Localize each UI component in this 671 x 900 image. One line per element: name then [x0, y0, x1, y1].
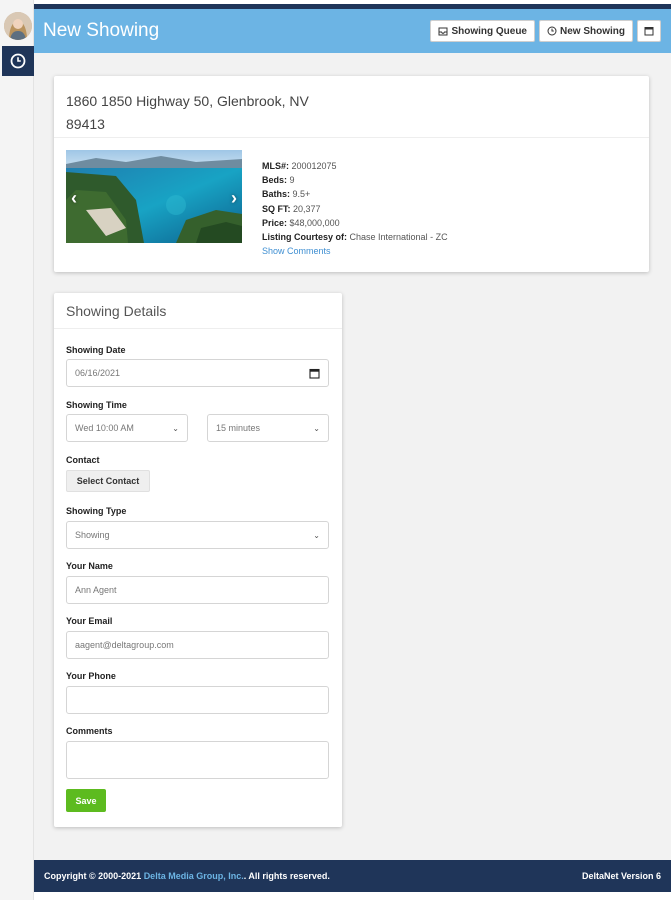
new-showing-label: New Showing [560, 25, 625, 37]
showing-time-select[interactable]: Wed 10:00 AM ⌄ [66, 414, 188, 442]
comments-textarea[interactable] [66, 741, 329, 779]
page-header: New Showing Showing Queue New Showing [34, 9, 671, 53]
listing-address: 1860 1850 Highway 50, Glenbrook, NV 8941… [54, 76, 649, 138]
chevron-right-icon[interactable]: › [231, 188, 237, 209]
your-name-input[interactable]: Ann Agent [66, 576, 329, 604]
company-link[interactable]: Delta Media Group, Inc. [144, 871, 244, 881]
showing-date-label: Showing Date [66, 345, 126, 355]
mls-row: MLS#: 200012075 [262, 159, 448, 173]
page-title: New Showing [43, 20, 160, 41]
showing-time-label: Showing Time [66, 400, 127, 410]
your-phone-label: Your Phone [66, 671, 116, 681]
address-line-2: 89413 [66, 116, 105, 132]
mls-label: MLS#: [262, 161, 289, 171]
inbox-icon [438, 27, 448, 35]
save-button[interactable]: Save [66, 789, 106, 812]
showing-date-value: 06/16/2021 [75, 368, 121, 378]
duration-select[interactable]: 15 minutes ⌄ [207, 414, 329, 442]
version-text: DeltaNet Version 6 [581, 871, 661, 881]
showing-date-input[interactable]: 06/16/2021 [66, 359, 329, 387]
chevron-down-icon: ⌄ [172, 423, 179, 433]
calendar-icon [644, 27, 654, 36]
address-line-1: 1860 1850 Highway 50, Glenbrook, NV [66, 93, 309, 109]
rail-clock-button[interactable] [2, 46, 34, 76]
your-name-value: Ann Agent [75, 585, 117, 595]
price-value: $48,000,000 [289, 217, 340, 228]
clock-icon [547, 26, 557, 36]
beds-row: Beds: 9 [262, 173, 448, 187]
sqft-label: SQ FT: [262, 203, 291, 214]
baths-row: Baths: 9.5+ [262, 187, 448, 201]
showing-queue-label: Showing Queue [451, 25, 527, 37]
chevron-left-icon[interactable]: ‹ [71, 188, 77, 209]
courtesy-label: Listing Courtesy of: [262, 232, 347, 243]
your-email-label: Your Email [66, 616, 113, 626]
showing-details-card: Showing Details Showing Date 06/16/2021 … [54, 293, 342, 827]
duration-value: 15 minutes [216, 423, 261, 433]
price-row: Price: $48,000,000 [262, 216, 448, 230]
your-email-value: aagent@deltagroup.com [75, 640, 174, 650]
avatar[interactable] [4, 12, 32, 40]
main-content: New Showing Showing Queue New Showing 18… [34, 4, 671, 860]
new-showing-button[interactable]: New Showing [539, 20, 633, 42]
footer: Copyright © 2000-2021 Delta Media Group,… [34, 860, 671, 892]
courtesy-value: Chase International - ZC [349, 232, 448, 243]
mls-value: 200012075 [291, 161, 337, 171]
sqft-value: 20,377 [293, 203, 321, 214]
your-email-input[interactable]: aagent@deltagroup.com [66, 631, 329, 659]
showing-time-value: Wed 10:00 AM [75, 423, 134, 433]
comments-label: Comments [66, 726, 113, 736]
baths-value: 9.5+ [292, 189, 311, 200]
chevron-down-icon: ⌄ [313, 423, 320, 433]
beds-value: 9 [289, 175, 295, 186]
chevron-down-icon: ⌄ [313, 530, 320, 540]
beds-label: Beds: [262, 175, 288, 186]
showing-type-label: Showing Type [66, 506, 127, 516]
showing-type-select[interactable]: Showing ⌄ [66, 521, 329, 549]
listing-photo-carousel[interactable]: ‹ › [66, 150, 242, 243]
listing-photo [66, 150, 242, 243]
left-rail [0, 0, 34, 900]
select-contact-button[interactable]: Select Contact [66, 470, 150, 492]
sqft-row: SQ FT: 20,377 [262, 202, 448, 216]
baths-label: Baths: [262, 189, 291, 200]
contact-label: Contact [66, 455, 100, 465]
clock-icon [10, 53, 26, 69]
details-title: Showing Details [54, 293, 342, 329]
your-phone-input[interactable] [66, 686, 329, 714]
courtesy-row: Listing Courtesy of: Chase International… [262, 230, 448, 244]
showing-queue-button[interactable]: Showing Queue [430, 20, 535, 42]
copyright-suffix: . All rights reserved. [243, 871, 330, 881]
your-name-label: Your Name [66, 561, 113, 571]
copyright-prefix: Copyright © 2000-2021 [44, 871, 142, 881]
listing-facts: MLS#: 200012075 Beds: 9 Baths: 9.5+ SQ F… [262, 159, 448, 258]
listing-card: 1860 1850 Highway 50, Glenbrook, NV 8941… [54, 76, 649, 272]
price-label: Price: [262, 217, 288, 228]
calendar-icon[interactable] [309, 368, 320, 379]
calendar-button[interactable] [637, 20, 661, 42]
show-comments-link[interactable]: Show Comments [262, 244, 448, 258]
showing-type-value: Showing [75, 530, 110, 540]
